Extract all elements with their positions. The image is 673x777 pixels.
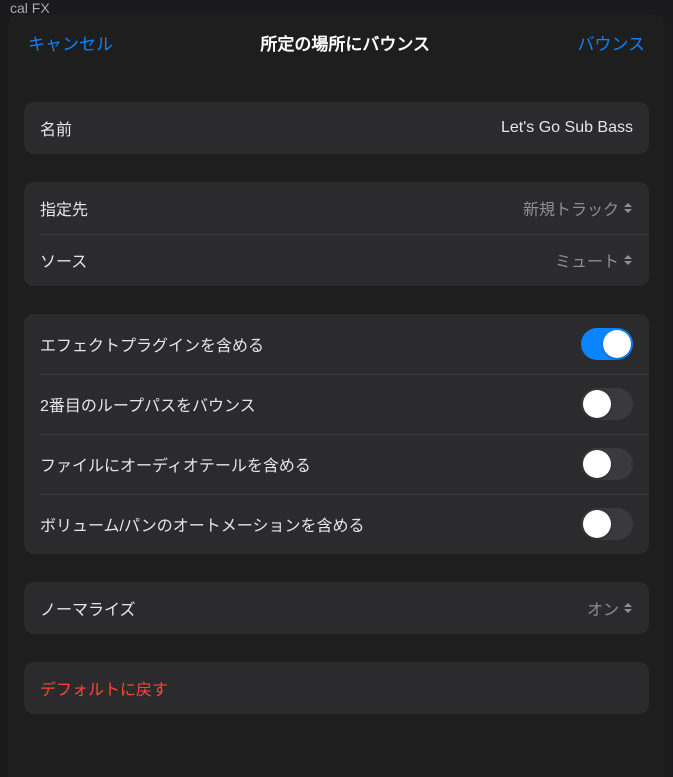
toggle-knob: [583, 390, 611, 418]
reset-defaults-label: デフォルトに戻す: [40, 676, 168, 700]
toggle-knob: [583, 450, 611, 478]
destination-value: 新規トラック: [523, 196, 619, 220]
toggle-knob: [603, 330, 631, 358]
include-effects-row: エフェクトプラグインを含める: [24, 314, 649, 374]
cancel-button[interactable]: キャンセル: [28, 30, 113, 55]
include-vol-pan-automation-label: ボリューム/パンのオートメーションを含める: [40, 512, 364, 536]
name-row[interactable]: 名前 Let's Go Sub Bass: [24, 102, 649, 154]
include-vol-pan-automation-toggle[interactable]: [581, 508, 633, 540]
name-label: 名前: [40, 116, 72, 140]
updown-icon: [623, 200, 633, 216]
bounce-second-loop-toggle[interactable]: [581, 388, 633, 420]
include-vol-pan-automation-row: ボリューム/パンのオートメーションを含める: [24, 494, 649, 554]
normalize-value: オン: [587, 596, 619, 620]
name-group: 名前 Let's Go Sub Bass: [24, 102, 649, 154]
reset-group: デフォルトに戻す: [24, 662, 649, 714]
destination-row[interactable]: 指定先 新規トラック: [24, 182, 649, 234]
destination-label: 指定先: [40, 196, 88, 220]
source-value: ミュート: [555, 248, 619, 272]
updown-icon: [623, 252, 633, 268]
include-effects-toggle[interactable]: [581, 328, 633, 360]
include-audio-tail-toggle[interactable]: [581, 448, 633, 480]
bounce-second-loop-label: 2番目のループパスをバウンス: [40, 392, 256, 416]
normalize-value-wrapper: オン: [587, 596, 633, 620]
normalize-row[interactable]: ノーマライズ オン: [24, 582, 649, 634]
destination-value-wrapper: 新規トラック: [523, 196, 633, 220]
reset-defaults-button[interactable]: デフォルトに戻す: [24, 662, 649, 714]
bounce-second-loop-row: 2番目のループパスをバウンス: [24, 374, 649, 434]
normalize-group: ノーマライズ オン: [24, 582, 649, 634]
name-value: Let's Go Sub Bass: [501, 119, 633, 137]
destination-group: 指定先 新規トラック ソース ミュート: [24, 182, 649, 286]
toggle-knob: [583, 510, 611, 538]
source-row[interactable]: ソース ミュート: [24, 234, 649, 286]
options-group: エフェクトプラグインを含める 2番目のループパスをバウンス ファイルにオーディオ…: [24, 314, 649, 554]
bounce-button[interactable]: バウンス: [577, 30, 645, 55]
sheet-title: 所定の場所にバウンス: [260, 30, 430, 55]
bounce-in-place-sheet: キャンセル 所定の場所にバウンス バウンス 名前 Let's Go Sub Ba…: [8, 14, 665, 777]
source-value-wrapper: ミュート: [555, 248, 633, 272]
source-label: ソース: [40, 248, 87, 272]
include-effects-label: エフェクトプラグインを含める: [40, 332, 264, 356]
include-audio-tail-row: ファイルにオーディオテールを含める: [24, 434, 649, 494]
normalize-label: ノーマライズ: [40, 596, 136, 620]
sheet-header: キャンセル 所定の場所にバウンス バウンス: [8, 14, 665, 70]
updown-icon: [623, 600, 633, 616]
include-audio-tail-label: ファイルにオーディオテールを含める: [40, 452, 311, 476]
